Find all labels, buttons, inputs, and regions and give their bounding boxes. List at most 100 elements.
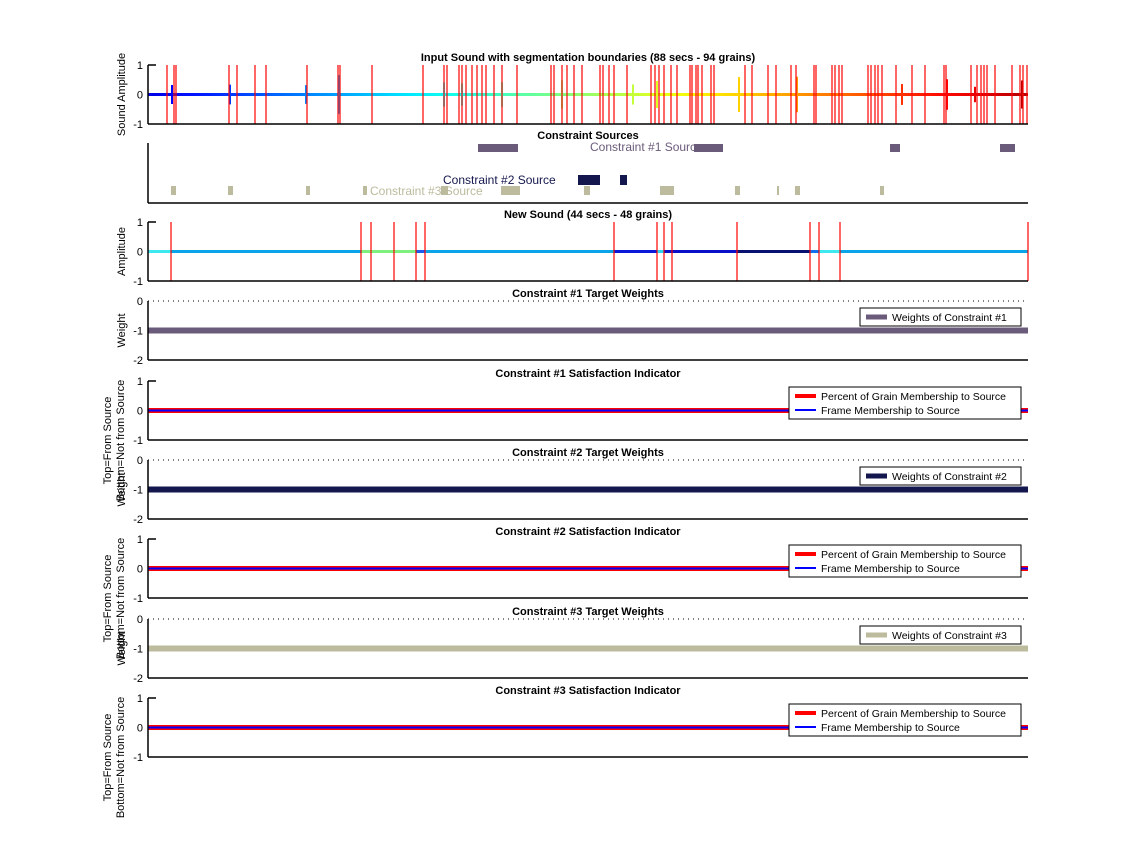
source-segment — [578, 175, 600, 185]
legend: Percent of Grain Membership to Source Fra… — [788, 544, 1022, 578]
legend: Weights of Constraint #1 — [859, 307, 1022, 327]
y-tick-label: -1 — [133, 326, 143, 338]
legend-label: Frame Membership to Source — [821, 405, 960, 417]
y-tick-label: -1 — [133, 752, 143, 764]
y-tick-label: 0 — [137, 564, 143, 576]
input-sound-plot: Input Sound with segmentation boundaries… — [116, 52, 1028, 136]
legend: Percent of Grain Membership to Source Fra… — [788, 386, 1022, 420]
source-segment — [501, 186, 520, 195]
y-axis-label: Weight — [116, 472, 128, 506]
legend-label: Frame Membership to Source — [821, 722, 960, 734]
waveform-transient — [738, 77, 740, 112]
y-tick-label: -2 — [133, 673, 143, 685]
source-segment — [735, 186, 740, 195]
y-tick-label: -2 — [133, 355, 143, 367]
constraint-2-weights-plot: Constraint #2 Target Weights 0 -1 -2 Weight W… — [116, 447, 1028, 526]
y-axis-label: Weight — [116, 631, 128, 665]
waveform-segment — [737, 250, 810, 253]
waveform-segment — [664, 250, 737, 253]
legend-label: Frame Membership to Source — [821, 563, 960, 575]
waveform-segment — [614, 250, 657, 253]
waveform-transient — [901, 84, 903, 105]
y-axis-label: Sound Amplitude — [116, 53, 128, 136]
source-segment — [660, 186, 674, 195]
source-segment — [478, 144, 518, 152]
y-tick-label: -1 — [133, 276, 143, 288]
subplot-title: Constraint #2 Target Weights — [512, 447, 664, 459]
figure: Input Sound with segmentation boundaries… — [102, 52, 1029, 818]
y-tick-label: -1 — [133, 593, 143, 605]
source-segment — [777, 186, 779, 195]
y-tick-label: 0 — [137, 247, 143, 259]
waveform-transient — [632, 84, 634, 105]
source-segment — [890, 144, 900, 152]
legend-label: Weights of Constraint #1 — [892, 312, 1007, 324]
subplot-title: New Sound (44 secs - 48 grains) — [504, 209, 672, 221]
waveform-segment — [171, 250, 361, 253]
source-label: Constraint #3 Source — [370, 184, 483, 198]
waveform-segment — [840, 250, 1028, 253]
y-tick-label: 0 — [137, 614, 143, 626]
subplot-title: Constraint #3 Target Weights — [512, 606, 664, 618]
subplot-title: Constraint #1 Target Weights — [512, 288, 664, 300]
y-axis-label: Weight — [116, 313, 128, 347]
legend: Weights of Constraint #3 — [859, 625, 1022, 645]
constraint-3-weights-plot: Constraint #3 Target Weights 0 -1 -2 Weight W… — [116, 606, 1028, 685]
y-axis-label: Amplitude — [116, 227, 128, 276]
waveform-segment — [657, 250, 664, 253]
legend: Percent of Grain Membership to Source Fra… — [788, 703, 1022, 737]
waveform-segment — [425, 250, 614, 253]
source-segment — [620, 175, 627, 185]
waveform-transient — [656, 80, 658, 109]
y-tick-label: 0 — [137, 455, 143, 467]
new-sound-plot: New Sound (44 secs - 48 grains) 1 0 -1 Ampli… — [116, 209, 1029, 288]
subplot-title: Input Sound with segmentation boundaries… — [421, 52, 756, 64]
y-tick-label: 0 — [137, 406, 143, 418]
legend-label: Weights of Constraint #2 — [892, 471, 1007, 483]
subplot-title: Constraint #1 Satisfaction Indicator — [495, 368, 681, 380]
source-segment — [171, 186, 176, 195]
waveform-transient — [974, 86, 976, 103]
y-axis-label-top: Top=From Source — [102, 555, 114, 643]
subplot-title: Constraint #2 Satisfaction Indicator — [495, 526, 681, 538]
source-segment — [306, 186, 310, 195]
constraint-sources-plot: Constraint SourcesConstraint #1 SourceCo… — [147, 130, 1028, 204]
y-axis-label-top: Top=From Source — [102, 714, 114, 802]
source-segment — [228, 186, 233, 195]
source-segment — [1000, 144, 1015, 152]
legend-label: Percent of Grain Membership to Source — [821, 549, 1006, 561]
y-tick-label: 1 — [137, 60, 143, 72]
source-label: Constraint #1 Source — [590, 140, 703, 154]
legend-label: Percent of Grain Membership to Source — [821, 391, 1006, 403]
y-tick-label: -1 — [133, 435, 143, 447]
source-segment — [795, 186, 800, 195]
y-tick-label: 1 — [137, 534, 143, 546]
y-tick-label: 0 — [137, 296, 143, 308]
subplot-title: Constraint #3 Satisfaction Indicator — [495, 685, 681, 697]
y-tick-label: -1 — [133, 485, 143, 497]
y-tick-label: -1 — [133, 119, 143, 131]
waveform-segment — [361, 250, 416, 253]
source-segment — [880, 186, 884, 195]
y-axis-label-bottom: Bottom=Not from Source — [115, 697, 127, 818]
source-segment — [363, 186, 367, 195]
legend-label: Weights of Constraint #3 — [892, 630, 1007, 642]
y-tick-label: -1 — [133, 644, 143, 656]
source-segment — [584, 186, 590, 195]
waveform-segment — [148, 250, 171, 253]
y-tick-label: -2 — [133, 514, 143, 526]
y-tick-label: 0 — [137, 90, 143, 102]
constraint-3-satisfaction-plot: Constraint #3 Satisfaction Indicator 1 0 -1… — [102, 685, 1028, 818]
waveform-segment — [810, 250, 819, 253]
legend-label: Percent of Grain Membership to Source — [821, 708, 1006, 720]
y-tick-label: 1 — [137, 693, 143, 705]
waveform-segment — [416, 250, 425, 253]
constraint-1-weights-plot: Constraint #1 Target Weights 0 -1 -2 Weight W… — [116, 288, 1028, 367]
waveform-segment — [819, 250, 840, 253]
legend: Weights of Constraint #2 — [859, 466, 1022, 486]
y-tick-label: 0 — [137, 723, 143, 735]
waveform-transient — [171, 84, 173, 105]
y-axis-label-top: Top=From Source — [102, 397, 114, 485]
y-tick-label: 1 — [137, 217, 143, 229]
y-tick-label: 1 — [137, 376, 143, 388]
